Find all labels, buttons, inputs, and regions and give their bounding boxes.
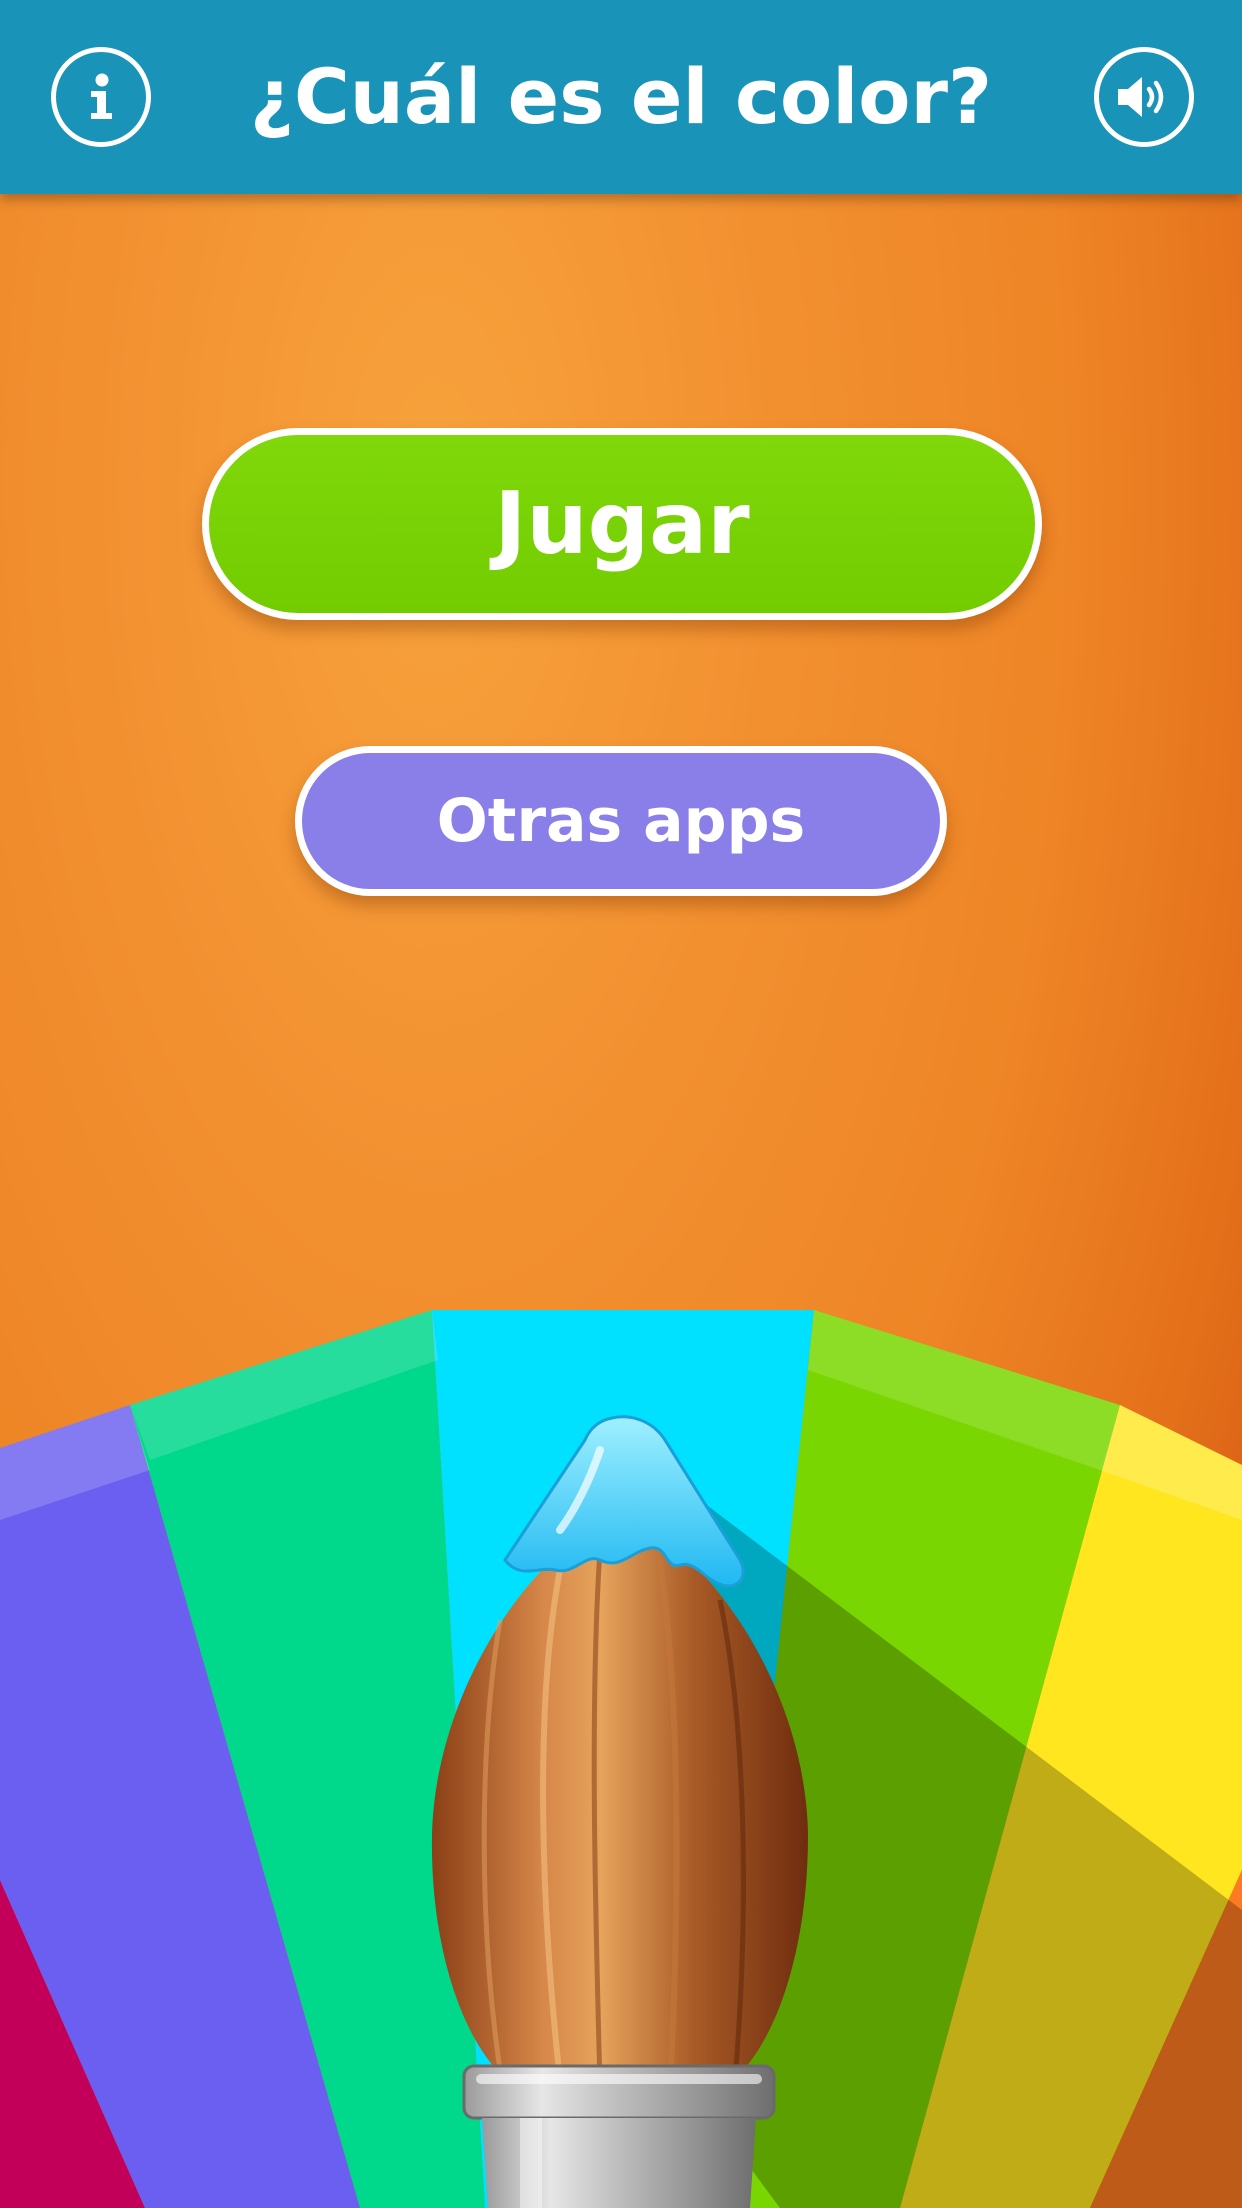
speaker-icon — [1118, 77, 1164, 117]
other-apps-button[interactable]: Otras apps — [295, 746, 947, 896]
info-button[interactable] — [51, 47, 151, 147]
info-icon — [91, 73, 112, 119]
top-bar: ¿Cuál es el color? — [0, 0, 1242, 194]
app-screen: ¿Cuál es el color? Jugar Otras apps — [0, 0, 1242, 2208]
sound-toggle-button[interactable] — [1094, 47, 1194, 147]
app-title: ¿Cuál es el color? — [249, 52, 993, 141]
play-button[interactable]: Jugar — [202, 428, 1042, 620]
color-wheel-illustration — [0, 1310, 1242, 2208]
